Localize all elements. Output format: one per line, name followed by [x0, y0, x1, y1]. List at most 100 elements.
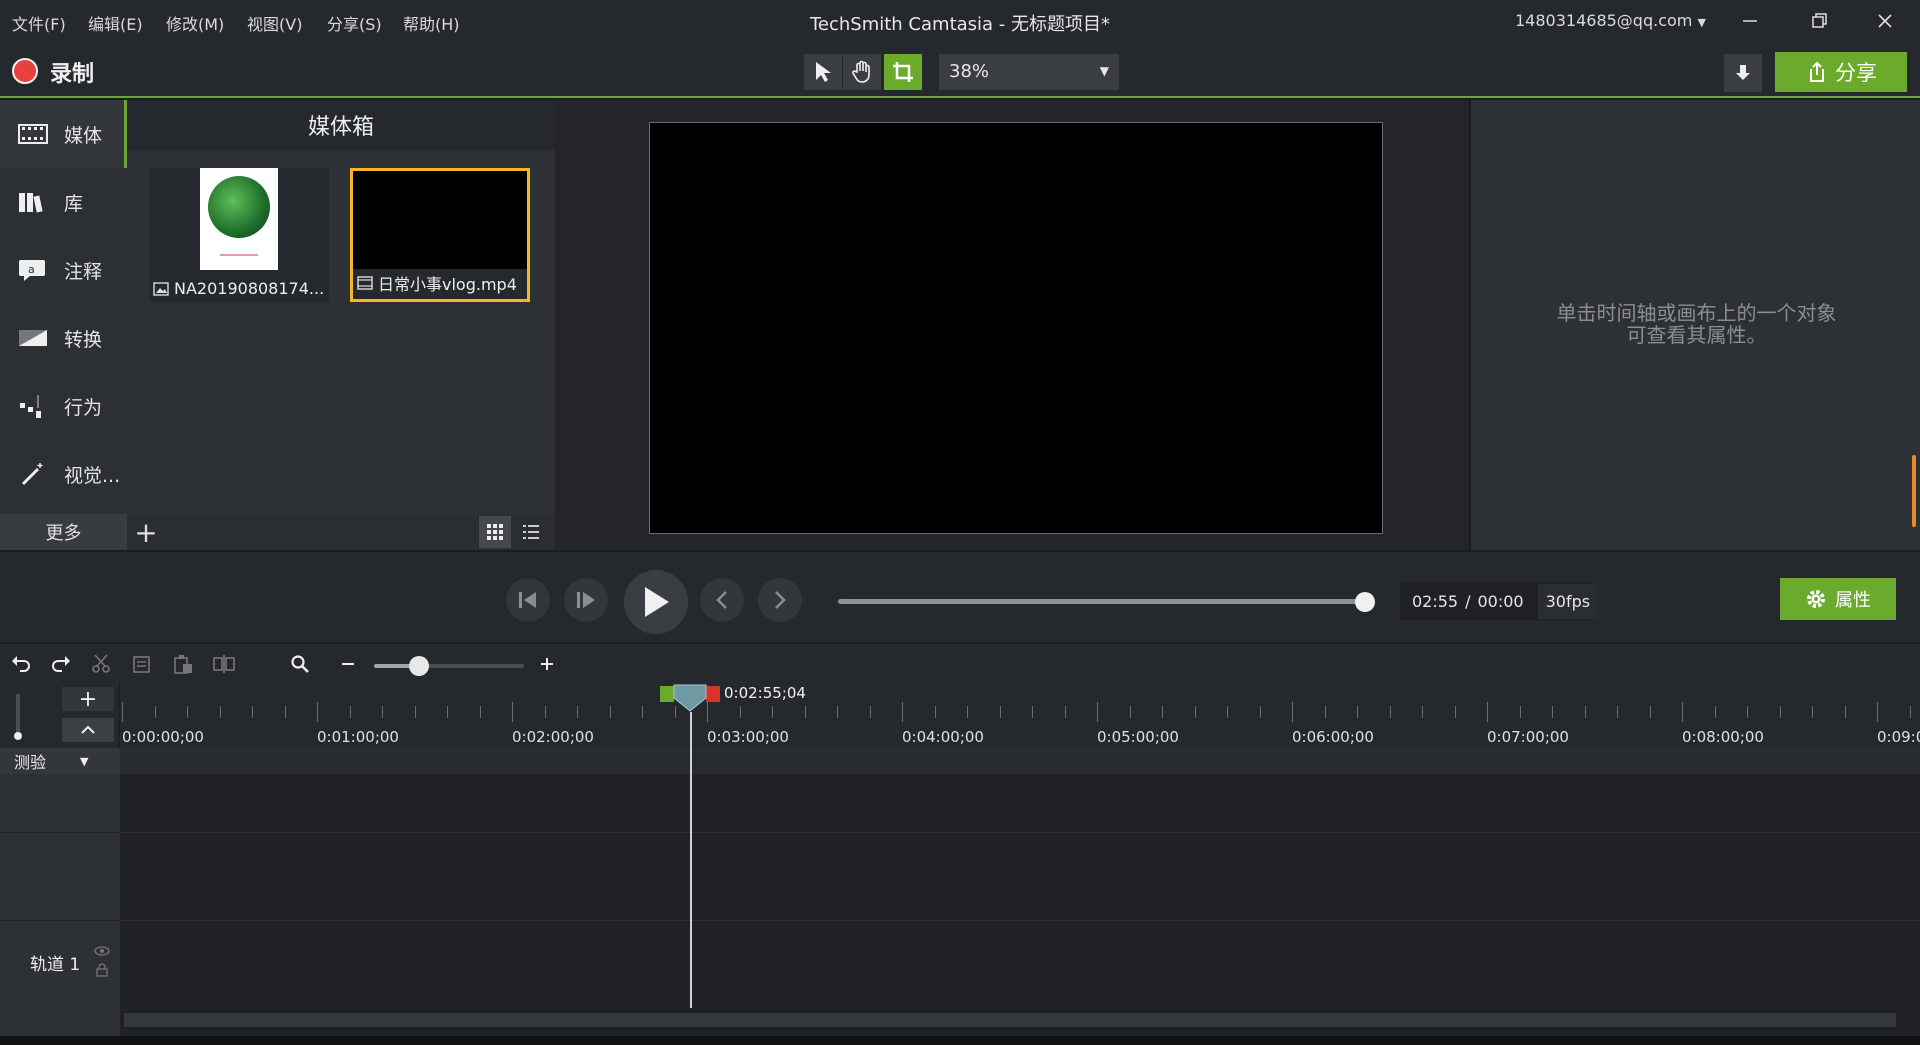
crop-tool-button[interactable]	[884, 54, 922, 90]
ruler-minor-tick	[349, 706, 351, 718]
filmstrip-icon	[18, 124, 48, 144]
selection-out-handle[interactable]	[706, 686, 720, 702]
grid-view-button[interactable]	[479, 516, 511, 548]
search-icon	[291, 655, 309, 673]
ruler-minor-tick	[1454, 706, 1456, 718]
copy-button[interactable]	[129, 652, 155, 676]
list-view-button[interactable]	[515, 516, 547, 548]
properties-scrollbar[interactable]	[1912, 455, 1916, 527]
timeline-zoom-handle[interactable]	[409, 656, 429, 676]
eye-icon[interactable]	[94, 946, 110, 956]
grid-icon	[487, 524, 503, 540]
menu-edit[interactable]: 编辑(E)	[88, 11, 143, 35]
menu-modify[interactable]: 修改(M)	[166, 11, 224, 35]
ruler-minor-tick	[739, 706, 741, 718]
next-marker-button[interactable]	[758, 578, 802, 622]
cut-button[interactable]	[88, 652, 114, 676]
gear-icon	[1807, 590, 1825, 608]
menu-share[interactable]: 分享(S)	[327, 11, 382, 35]
menu-view[interactable]: 视图(V)	[247, 11, 302, 35]
menu-file[interactable]: 文件(F)	[12, 11, 66, 35]
play-icon	[645, 587, 669, 617]
bottom-strip	[0, 1036, 1920, 1045]
select-tool-button[interactable]	[804, 54, 842, 90]
hand-icon	[852, 60, 870, 83]
media-bin-footer: +	[127, 514, 555, 550]
title-bar: 文件(F) 编辑(E) 修改(M) 视图(V) 分享(S) 帮助(H) Tech…	[0, 0, 1920, 42]
track-header-row	[0, 920, 120, 921]
track-group-row	[120, 748, 1920, 774]
nav-item-behaviors[interactable]: 行为	[0, 372, 127, 440]
lock-icon[interactable]	[96, 963, 108, 977]
scrub-bar[interactable]	[838, 599, 1366, 604]
split-button[interactable]	[211, 652, 237, 676]
track-area[interactable]	[120, 748, 1920, 1036]
chevron-down-icon: ▼	[1099, 64, 1109, 78]
track-group-header[interactable]: 测验 ▼	[0, 748, 120, 774]
nav-item-annotations[interactable]: a 注释	[0, 236, 127, 304]
step-back-button[interactable]	[506, 578, 550, 622]
collapse-tracks-button[interactable]	[62, 718, 114, 742]
ruler-minor-tick	[1714, 706, 1716, 718]
zoom-search-button[interactable]	[287, 652, 313, 676]
zoom-in-button[interactable]	[534, 652, 560, 676]
chevron-down-icon: ▼	[80, 754, 89, 768]
add-button[interactable]: +	[131, 514, 161, 550]
media-bin: 媒体箱 NA20190808174... 日常小事vlog.mp4 +	[127, 100, 555, 550]
pan-tool-button[interactable]	[843, 54, 881, 90]
ruler-minor-tick	[1617, 706, 1618, 718]
paste-button[interactable]	[170, 652, 196, 676]
nav-label: 库	[64, 192, 84, 215]
zoom-select[interactable]: 38% ▼	[939, 54, 1119, 90]
chevron-right-icon	[775, 591, 786, 609]
selection-in-handle[interactable]	[660, 686, 674, 702]
nav-item-transitions[interactable]: 转换	[0, 304, 127, 372]
playhead-handle[interactable]	[673, 684, 707, 712]
restore-button[interactable]	[1785, 0, 1855, 42]
more-button[interactable]: 更多	[0, 514, 127, 550]
minimize-button[interactable]	[1715, 0, 1785, 42]
track-name[interactable]: 轨道 1	[30, 950, 80, 975]
current-time: 02:55	[1412, 591, 1459, 611]
ruler-minor-tick	[252, 706, 253, 718]
playhead-line	[690, 712, 692, 1008]
nav-item-media[interactable]: 媒体	[0, 100, 127, 168]
add-track-button[interactable]: +	[62, 687, 114, 712]
track-height-handle[interactable]	[14, 732, 22, 740]
zoom-out-button[interactable]	[335, 652, 361, 676]
nav-item-library[interactable]: 库	[0, 168, 127, 236]
undo-icon	[12, 656, 30, 672]
preview-canvas[interactable]	[649, 122, 1383, 534]
ruler-minor-tick	[1584, 706, 1586, 718]
scrub-handle[interactable]	[1355, 592, 1375, 612]
menu-help[interactable]: 帮助(H)	[403, 11, 460, 35]
undo-button[interactable]	[8, 652, 34, 676]
close-button[interactable]	[1850, 0, 1920, 42]
ruler-minor-tick	[447, 706, 448, 718]
zoom-value: 38%	[949, 61, 990, 82]
ruler-major-tick	[707, 702, 708, 722]
media-thumbnail	[200, 168, 278, 270]
ruler-minor-tick	[1747, 706, 1748, 718]
timeline-ruler[interactable]: + 0:00:00;00 0:01:00;00 0:02:00;00 0:03:…	[0, 682, 1920, 748]
track-height-slider[interactable]	[16, 694, 20, 736]
play-button[interactable]	[624, 570, 688, 634]
ruler-minor-tick	[1909, 706, 1911, 718]
ruler-minor-tick	[1422, 706, 1423, 718]
media-thumbnail	[353, 171, 527, 269]
record-icon[interactable]	[12, 58, 38, 84]
timeline-horizontal-scrollbar[interactable]	[124, 1013, 1896, 1027]
record-button[interactable]: 录制	[50, 56, 94, 88]
media-item-video[interactable]: 日常小事vlog.mp4	[350, 168, 530, 302]
step-forward-button[interactable]	[564, 578, 608, 622]
share-button[interactable]: 分享	[1775, 52, 1907, 92]
previous-marker-button[interactable]	[700, 578, 744, 622]
download-button[interactable]	[1724, 54, 1762, 92]
properties-button[interactable]: 属性	[1780, 578, 1896, 620]
nav-item-visual-effects[interactable]: 视觉...	[0, 440, 127, 508]
ruler-minor-tick	[414, 706, 416, 718]
media-item-image[interactable]: NA20190808174...	[149, 168, 329, 302]
redo-button[interactable]	[48, 652, 74, 676]
ruler-minor-tick	[1844, 706, 1846, 718]
account-menu[interactable]: 1480314685@qq.com ▼	[1515, 11, 1706, 30]
